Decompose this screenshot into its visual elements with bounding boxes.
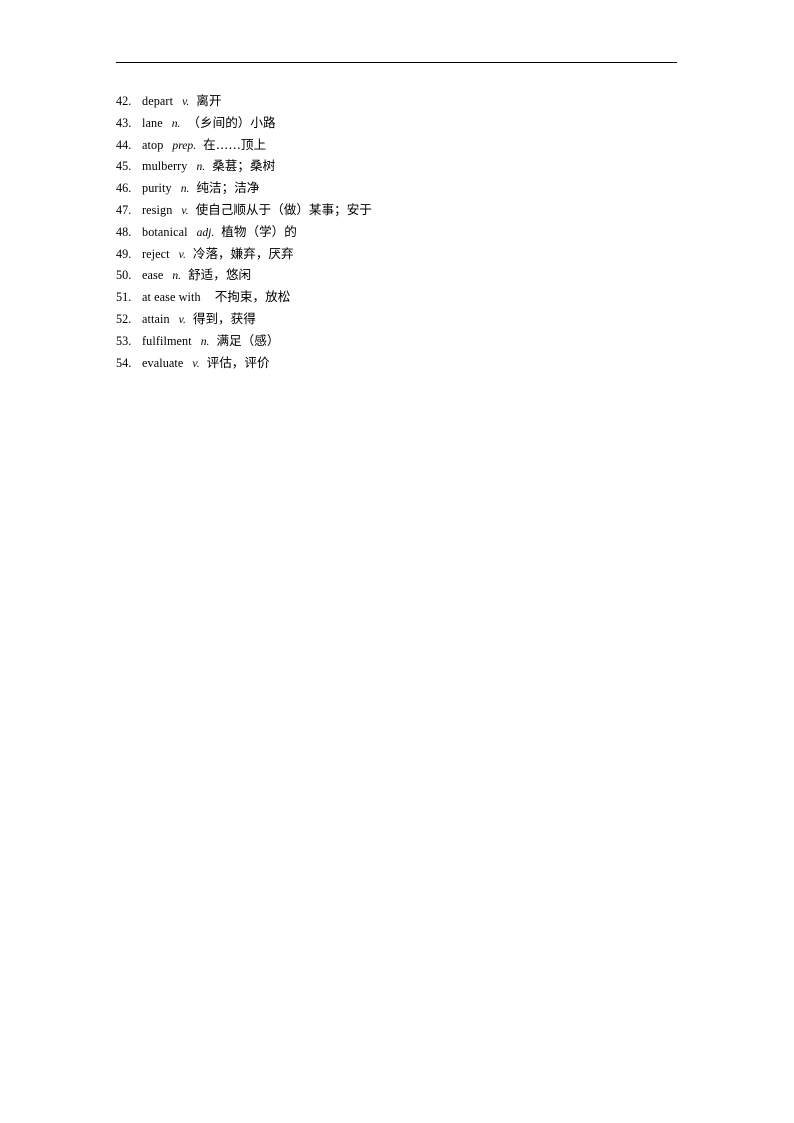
- entry-word: botanical: [142, 224, 188, 239]
- vocabulary-entry: 53. fulfilment n. 满足（感）: [116, 330, 736, 352]
- entry-word: atop: [142, 137, 164, 152]
- entry-number: 42.: [116, 94, 132, 108]
- entry-definition: （乡间的）小路: [187, 114, 276, 130]
- entry-definition: 舒适，悠闲: [188, 267, 252, 283]
- vocabulary-entry: 48. botanical adj. 植物（学）的: [116, 221, 736, 243]
- vocabulary-entry: 45. mulberry n. 桑葚；桑树: [116, 155, 736, 177]
- entry-number: 49.: [116, 246, 132, 261]
- entry-part-of-speech: n.: [172, 269, 182, 283]
- entry-part-of-speech: v.: [178, 247, 186, 261]
- vocabulary-entry: 54. evaluate v. 评估，评价: [116, 352, 736, 374]
- entry-number: 52.: [116, 311, 132, 326]
- entry-definition: 冷落，嫌弃，厌弃: [192, 245, 294, 261]
- entry-part-of-speech: n.: [200, 334, 210, 348]
- vocabulary-entry: 49. reject v. 冷落，嫌弃，厌弃: [116, 243, 736, 265]
- entry-number: 44.: [116, 137, 132, 152]
- entry-word: attain: [142, 311, 170, 326]
- entry-definition: 在……顶上: [203, 136, 267, 152]
- entry-number: 46.: [116, 181, 132, 196]
- entry-definition: 桑葚；桑树: [212, 158, 276, 174]
- entry-number: 54.: [116, 355, 132, 370]
- entry-word: depart: [142, 94, 174, 108]
- entry-part-of-speech: v.: [192, 356, 200, 370]
- vocabulary-entry: 52. attain v. 得到，获得: [116, 308, 736, 330]
- vocabulary-entry: 43. lane n. （乡间的）小路: [116, 112, 736, 134]
- entry-number: 50.: [116, 268, 132, 283]
- header-horizontal-rule: [116, 62, 677, 63]
- entry-word: purity: [142, 181, 172, 196]
- entry-definition: 不拘束，放松: [214, 289, 291, 305]
- entry-number: 48.: [116, 224, 132, 239]
- entry-definition: 使自己顺从于（做）某事；安于: [195, 201, 372, 217]
- entry-definition: 离开: [196, 93, 222, 108]
- entry-number: 53.: [116, 333, 132, 348]
- entry-definition: 植物（学）的: [221, 223, 297, 239]
- entry-part-of-speech: v.: [178, 312, 186, 326]
- entry-part-of-speech: v.: [181, 203, 189, 217]
- entry-definition: 得到，获得: [192, 310, 256, 326]
- entry-part-of-speech: v.: [182, 95, 190, 108]
- vocabulary-entry: 46. purity n. 纯洁；洁净: [116, 177, 736, 199]
- entry-part-of-speech: prep.: [172, 138, 197, 152]
- document-page: 42. depart v. 离开 43. lane n. （乡间的）小路 44. atop prep…: [0, 0, 794, 1123]
- entry-word: at ease with: [142, 290, 201, 305]
- vocabulary-list: 42. depart v. 离开 43. lane n. （乡间的）小路 44. atop prep…: [116, 90, 736, 373]
- vocabulary-entry: 44. atop prep. 在……顶上: [116, 134, 736, 156]
- entry-word: evaluate: [142, 355, 184, 370]
- entry-word: lane: [142, 115, 163, 130]
- entry-part-of-speech: n.: [171, 116, 181, 130]
- entry-word: resign: [142, 202, 173, 217]
- vocabulary-entry: 50. ease n. 舒适，悠闲: [116, 264, 736, 286]
- entry-number: 43.: [116, 115, 132, 130]
- entry-word: reject: [142, 246, 170, 261]
- entry-word: fulfilment: [142, 333, 192, 348]
- entry-number: 51.: [116, 290, 132, 305]
- entry-number: 45.: [116, 159, 132, 174]
- vocabulary-entry: 42. depart v. 离开: [116, 90, 736, 112]
- vocabulary-entry: 51. at ease with 不拘束，放松: [116, 286, 736, 308]
- entry-part-of-speech: adj.: [196, 225, 215, 239]
- vocabulary-entry: 47. resign v. 使自己顺从于（做）某事；安于: [116, 199, 736, 221]
- entry-definition: 满足（感）: [216, 332, 280, 348]
- entry-number: 47.: [116, 202, 132, 217]
- entry-word: ease: [142, 268, 164, 283]
- entry-part-of-speech: n.: [196, 160, 206, 174]
- entry-definition: 纯洁；洁净: [196, 180, 260, 196]
- entry-word: mulberry: [142, 159, 188, 174]
- entry-part-of-speech: n.: [180, 182, 190, 196]
- entry-definition: 评估，评价: [206, 354, 270, 370]
